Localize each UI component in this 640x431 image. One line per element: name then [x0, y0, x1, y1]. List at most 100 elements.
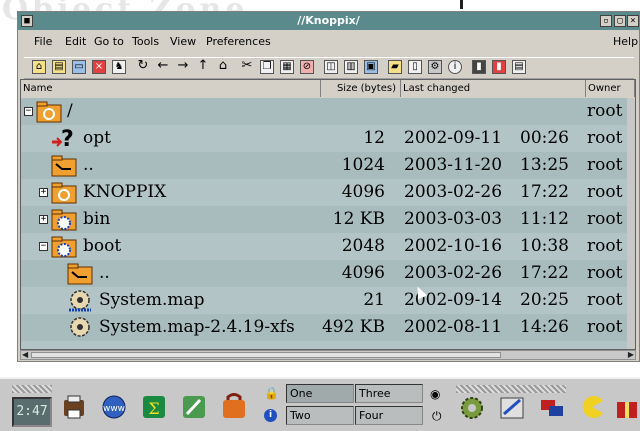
lock-icon[interactable]: 🔒: [264, 386, 279, 400]
remove-icon[interactable]: ⊘: [300, 60, 314, 74]
cut-icon[interactable]: ✂: [240, 59, 254, 74]
file-date: 2003-02-26: [404, 182, 503, 202]
menu-help[interactable]: Help: [613, 35, 638, 48]
file-name: KNOPPIX: [83, 182, 167, 202]
scroll-left-arrow-icon[interactable]: ◀: [22, 350, 28, 359]
menu-tools[interactable]: Tools: [132, 35, 159, 48]
settings-icon[interactable]: ⚙: [428, 60, 442, 74]
file-owner: root: [587, 128, 623, 148]
file-owner: root: [587, 317, 623, 337]
file-date: 2003-02-26: [404, 263, 503, 283]
collapse-toggle[interactable]: −: [24, 107, 33, 116]
split-view-icon[interactable]: ▥: [344, 60, 358, 74]
copy-icon[interactable]: ❐: [260, 60, 274, 74]
pager-desk-three[interactable]: Three: [355, 384, 423, 403]
desktop-edge-mark: [460, 0, 463, 9]
new-folder-icon[interactable]: ▰: [388, 60, 402, 74]
menu-edit[interactable]: Edit: [65, 35, 86, 48]
info-icon[interactable]: i: [264, 409, 277, 422]
taskbar-grip[interactable]: [12, 385, 52, 393]
delete-icon[interactable]: ×: [92, 60, 106, 74]
tree-row-parent[interactable]: .. 1024 2003-11-20 13:25 root: [21, 152, 635, 179]
minimize-button[interactable]: ▫: [600, 15, 612, 27]
go-home-icon[interactable]: ⌂: [216, 59, 230, 74]
tree-row-opt[interactable]: ? opt 12 2002-09-11 00:26 root: [21, 125, 635, 152]
reload-icon[interactable]: ↻: [136, 59, 150, 74]
tree-row-boot-parent[interactable]: .. 4096 2003-02-26 17:22 root: [21, 260, 635, 287]
file-size: 492 KB: [321, 317, 385, 337]
back-icon[interactable]: ←: [156, 59, 170, 74]
palette-icon[interactable]: ◉: [430, 387, 440, 401]
toolbar: ⌂ ▤ ▭ × ♞ ↻ ← → ↑ ⌂ ✂ ❐ ▦ ⊘ ◫ ▥ ▣ ▰ ▯ ⚙ …: [24, 57, 634, 79]
file-size: 1024: [341, 155, 385, 175]
web-browser-icon[interactable]: www: [100, 392, 128, 422]
forward-icon[interactable]: →: [176, 59, 190, 74]
power-icon[interactable]: ⏻: [432, 409, 442, 424]
up-icon[interactable]: ↑: [196, 59, 210, 74]
security-icon[interactable]: [220, 392, 248, 422]
trash-icon[interactable]: ▮: [472, 60, 486, 74]
column-owner[interactable]: Owner: [586, 80, 635, 97]
file-size: 2048: [341, 236, 385, 256]
tree-row-bin[interactable]: + bin 12 KB 2003-03-03 11:12 root: [21, 206, 635, 233]
menu-view[interactable]: View: [170, 35, 196, 48]
gift-icon[interactable]: [614, 392, 640, 422]
parent-folder-icon: [51, 155, 77, 177]
tree-row-boot[interactable]: − boot 2048 2002-10-16 10:38 root: [21, 233, 635, 260]
close-button[interactable]: ×: [627, 15, 639, 27]
find-icon[interactable]: ◫: [324, 60, 338, 74]
settings-gear-icon[interactable]: [458, 392, 486, 422]
tree-row-root[interactable]: − / root: [21, 98, 635, 125]
taskbar: 2:47 www Σ 🔒 i One Three Two Four ◉ ⏻: [0, 377, 640, 431]
folder-gear-icon: [51, 209, 77, 231]
column-name[interactable]: Name: [21, 80, 321, 97]
file-owner: root: [587, 290, 623, 310]
editor-icon[interactable]: Σ: [140, 392, 168, 422]
printer-icon[interactable]: [60, 392, 88, 422]
new-file-icon[interactable]: ▯: [408, 60, 422, 74]
paste-icon[interactable]: ▦: [280, 60, 294, 74]
file-size: 4096: [341, 182, 385, 202]
home-icon[interactable]: ⌂: [32, 60, 46, 74]
file-time: 10:38: [520, 236, 569, 256]
office-icon[interactable]: [498, 392, 526, 422]
tree-row-knoppix[interactable]: + KNOPPIX 4096 2003-02-26 17:22 root: [21, 179, 635, 206]
pacman-game-icon[interactable]: [578, 392, 606, 422]
menu-go-to[interactable]: Go to: [94, 35, 124, 48]
menu-preferences[interactable]: Preferences: [206, 35, 271, 48]
language-flags-icon[interactable]: [538, 392, 566, 422]
maximize-button[interactable]: ▢: [614, 15, 626, 27]
computer-icon[interactable]: ▭: [72, 60, 86, 74]
file-list[interactable]: Name Size (bytes) Last changed Owner − /…: [20, 79, 636, 350]
info-icon[interactable]: i: [448, 60, 462, 74]
pager-desk-two[interactable]: Two: [286, 406, 354, 425]
file-name: ..: [99, 263, 110, 283]
menu-file[interactable]: File: [34, 35, 52, 48]
run-icon[interactable]: ♞: [112, 60, 126, 74]
file-owner: root: [587, 155, 623, 175]
horizontal-scroll-thumb[interactable]: [31, 352, 501, 358]
file-name: /: [67, 101, 73, 121]
pager-desk-four[interactable]: Four: [355, 406, 423, 425]
expand-toggle[interactable]: +: [39, 188, 48, 197]
terminal-icon[interactable]: ▣: [364, 60, 378, 74]
open-folder-icon[interactable]: ▤: [52, 60, 66, 74]
column-size[interactable]: Size (bytes): [321, 80, 401, 97]
title-bar[interactable]: ■ //Knoppix/ ▫ ▢ ×: [18, 12, 639, 30]
horizontal-scrollbar[interactable]: ◀ ▶: [20, 350, 636, 360]
scroll-right-arrow-icon[interactable]: ▶: [628, 350, 634, 359]
tree-row-system-map-xfs[interactable]: System.map-2.4.19-xfs 492 KB 2002-08-11 …: [21, 314, 635, 341]
svg-text:Σ: Σ: [148, 399, 159, 418]
column-last-changed[interactable]: Last changed: [401, 80, 586, 97]
folder-icon: [51, 182, 77, 204]
expand-toggle[interactable]: +: [39, 215, 48, 224]
file-owner: root: [587, 263, 623, 283]
pager-desk-one[interactable]: One: [286, 384, 354, 403]
vertical-scrollbar[interactable]: [627, 98, 635, 349]
collapse-toggle[interactable]: −: [39, 242, 48, 251]
graphics-icon[interactable]: [180, 392, 208, 422]
tree-row-system-map[interactable]: System.map 21 2002-09-14 20:25 root: [21, 287, 635, 314]
properties-icon[interactable]: ▤: [512, 60, 526, 74]
file-name: bin: [83, 209, 111, 229]
empty-trash-icon[interactable]: ▮: [492, 60, 506, 74]
